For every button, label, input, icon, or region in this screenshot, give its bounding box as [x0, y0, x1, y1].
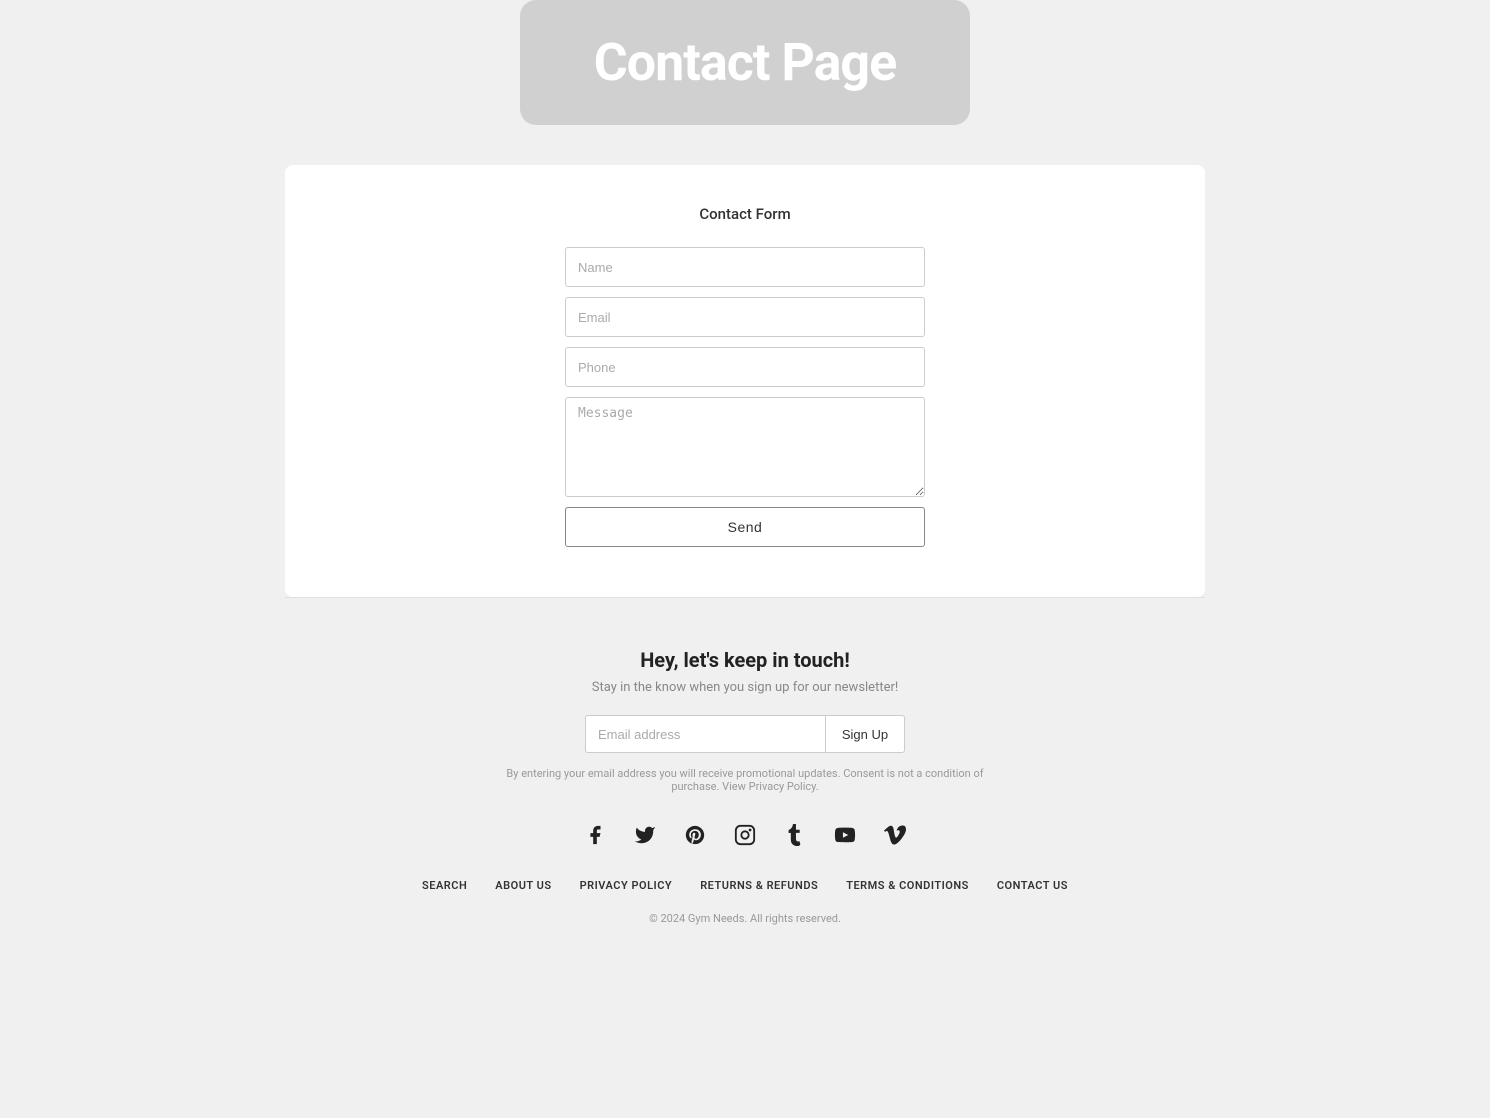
privacy-note: By entering your email address you will …: [495, 767, 995, 793]
social-links: [581, 821, 909, 849]
youtube-icon[interactable]: [831, 821, 859, 849]
newsletter-title: Hey, let's keep in touch!: [640, 648, 850, 672]
newsletter-email-input[interactable]: [585, 715, 825, 753]
twitter-icon[interactable]: [631, 821, 659, 849]
signup-button[interactable]: Sign Up: [825, 715, 905, 753]
newsletter-form: Sign Up: [585, 715, 905, 753]
newsletter-subtitle: Stay in the know when you sign up for ou…: [592, 680, 898, 695]
main-card: Contact Form Send: [285, 165, 1205, 597]
send-button[interactable]: Send: [565, 507, 925, 547]
returns-refunds-link[interactable]: RETURNS & REFUNDS: [700, 879, 818, 892]
page-title: Contact Page: [594, 32, 896, 93]
hero-section: Contact Page: [520, 0, 970, 125]
phone-input[interactable]: [565, 347, 925, 387]
about-us-link[interactable]: ABOUT US: [495, 879, 551, 892]
contact-us-link[interactable]: CONTACT US: [997, 879, 1068, 892]
search-link[interactable]: SEARCH: [422, 879, 467, 892]
footer-nav: SEARCH ABOUT US PRIVACY POLICY RETURNS &…: [422, 879, 1068, 892]
privacy-policy-link[interactable]: PRIVACY POLICY: [580, 879, 673, 892]
email-input[interactable]: [565, 297, 925, 337]
footer-section: Hey, let's keep in touch! Stay in the kn…: [285, 597, 1205, 955]
tumblr-icon[interactable]: [781, 821, 809, 849]
pinterest-icon[interactable]: [681, 821, 709, 849]
facebook-icon[interactable]: [581, 821, 609, 849]
form-section-title: Contact Form: [305, 205, 1185, 223]
vimeo-icon[interactable]: [881, 821, 909, 849]
terms-conditions-link[interactable]: TERMS & CONDITIONS: [846, 879, 969, 892]
name-input[interactable]: [565, 247, 925, 287]
instagram-icon[interactable]: [731, 821, 759, 849]
message-textarea[interactable]: [565, 397, 925, 497]
contact-form: Send: [305, 247, 1185, 547]
copyright-text: © 2024 Gym Needs. All rights reserved.: [649, 912, 841, 925]
